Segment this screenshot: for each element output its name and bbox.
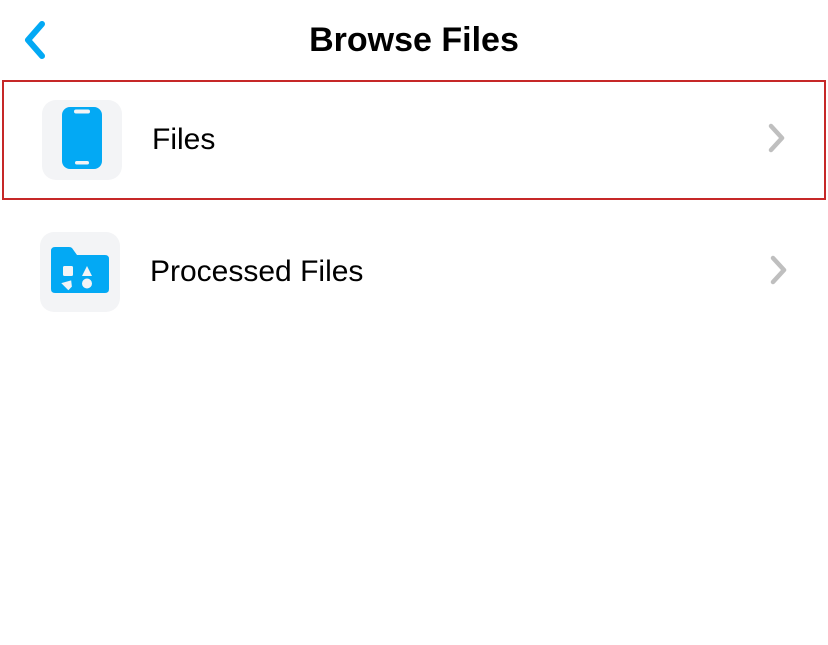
header: Browse Files [0, 0, 828, 80]
chevron-left-icon [22, 20, 46, 60]
folder-shapes-icon [49, 245, 111, 300]
phone-icon [62, 107, 102, 174]
chevron-right-icon [770, 255, 788, 290]
file-list: Files Processed Files [0, 80, 828, 332]
list-item-processed-files[interactable]: Processed Files [0, 212, 828, 332]
list-item-label: Processed Files [150, 255, 770, 289]
chevron-right-icon [768, 123, 786, 158]
spacer [0, 200, 828, 212]
icon-container [42, 100, 122, 180]
icon-container [40, 232, 120, 312]
back-button[interactable] [22, 20, 46, 60]
list-item-files[interactable]: Files [2, 80, 826, 200]
page-title: Browse Files [309, 21, 519, 60]
list-item-label: Files [152, 123, 768, 157]
